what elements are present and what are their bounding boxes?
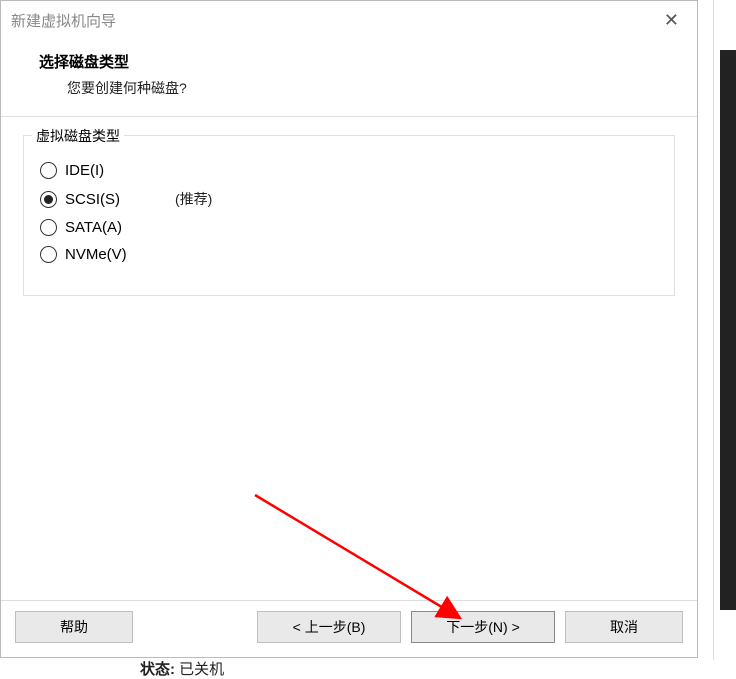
vertical-separator — [713, 0, 714, 660]
page-heading: 选择磁盘类型 — [39, 51, 687, 72]
wizard-dialog: 新建虚拟机向导 ✕ 选择磁盘类型 您要创建何种磁盘? 虚拟磁盘类型 IDE(I)… — [0, 0, 698, 658]
cancel-button[interactable]: 取消 — [565, 611, 683, 643]
radio-label: SCSI(S) — [65, 191, 155, 208]
radio-icon — [40, 191, 57, 208]
group-legend: 虚拟磁盘类型 — [32, 126, 124, 146]
radio-option-sata[interactable]: SATA(A) — [40, 219, 658, 236]
help-button[interactable]: 帮助 — [15, 611, 133, 643]
back-button[interactable]: < 上一步(B) — [257, 611, 401, 643]
close-icon[interactable]: ✕ — [656, 6, 687, 35]
radio-option-ide[interactable]: IDE(I) — [40, 162, 658, 179]
status-value: 已关机 — [179, 661, 224, 678]
window-title: 新建虚拟机向导 — [11, 10, 116, 31]
status-fragment: 状态: 已关机 — [140, 658, 224, 679]
button-bar: 帮助 < 上一步(B) 下一步(N) > 取消 — [1, 600, 697, 657]
next-button[interactable]: 下一步(N) > — [411, 611, 555, 643]
status-label: 状态: — [140, 661, 175, 678]
radio-label: NVMe(V) — [65, 246, 155, 263]
radio-label: SATA(A) — [65, 219, 155, 236]
titlebar: 新建虚拟机向导 ✕ — [1, 1, 697, 39]
disk-type-group: 虚拟磁盘类型 IDE(I) SCSI(S) (推荐) SATA(A) NVMe(… — [23, 135, 675, 296]
wizard-header: 选择磁盘类型 您要创建何种磁盘? — [1, 39, 697, 117]
radio-icon — [40, 219, 57, 236]
radio-option-nvme[interactable]: NVMe(V) — [40, 246, 658, 263]
backdrop-panel — [720, 50, 736, 610]
wizard-body: 虚拟磁盘类型 IDE(I) SCSI(S) (推荐) SATA(A) NVMe(… — [1, 117, 697, 600]
radio-option-scsi[interactable]: SCSI(S) (推荐) — [40, 189, 658, 209]
radio-hint: (推荐) — [175, 189, 212, 209]
radio-icon — [40, 246, 57, 263]
radio-icon — [40, 162, 57, 179]
page-subheading: 您要创建何种磁盘? — [67, 78, 687, 98]
radio-label: IDE(I) — [65, 162, 155, 179]
